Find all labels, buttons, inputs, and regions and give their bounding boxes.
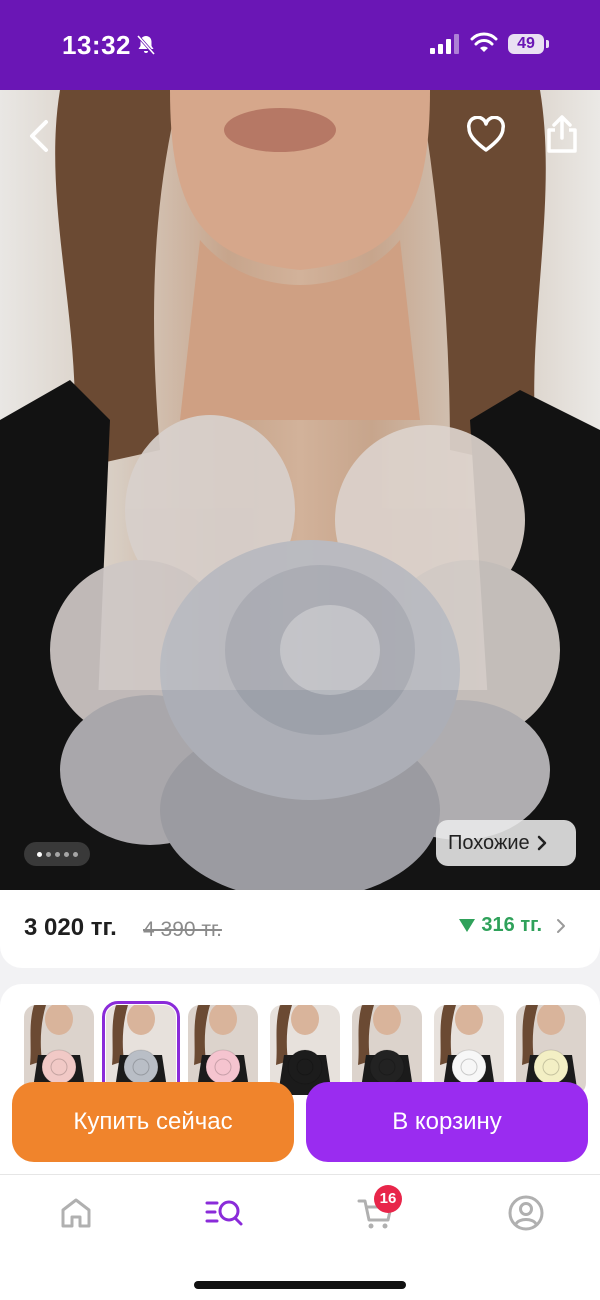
battery-level: 49 — [508, 34, 544, 54]
similar-label: Похожие — [448, 831, 530, 854]
current-price: 3 020 тг. — [24, 914, 117, 941]
signal-icon — [430, 34, 459, 54]
image-page-indicator — [24, 842, 90, 866]
page-dot — [45, 851, 51, 857]
product-photo — [0, 90, 600, 890]
buy-now-button[interactable]: Купить сейчас — [12, 1082, 294, 1162]
page-dot — [72, 851, 78, 857]
page-dot — [54, 851, 60, 857]
discount-amount: 316 тг. — [481, 914, 542, 936]
share-icon[interactable] — [544, 114, 580, 154]
favorite-heart-icon[interactable] — [466, 116, 506, 154]
page-dot-active — [36, 851, 42, 857]
similar-products-button[interactable]: Похожие — [436, 820, 576, 866]
status-bar: 13:32 49 — [0, 0, 600, 90]
bell-muted-icon — [136, 35, 156, 55]
status-time: 13:32 — [62, 30, 131, 60]
add-to-cart-button[interactable]: В корзину — [306, 1082, 588, 1162]
battery-icon: 49 — [508, 34, 550, 54]
product-image-carousel[interactable]: Похожие — [0, 90, 600, 890]
price-section: 3 020 тг. 4 390 тг. 316 тг. — [0, 890, 600, 968]
back-icon[interactable] — [22, 118, 58, 154]
discount-link[interactable]: 316 тг. — [459, 914, 566, 937]
chevron-right-icon — [537, 835, 546, 851]
home-indicator — [194, 1281, 406, 1289]
wifi-icon — [470, 32, 498, 52]
page-dot — [63, 851, 69, 857]
down-arrow-icon — [459, 919, 476, 932]
cart-count-badge: 16 — [374, 1185, 402, 1213]
home-icon[interactable] — [56, 1193, 96, 1233]
profile-icon[interactable] — [506, 1193, 546, 1233]
old-price: 4 390 тг. — [143, 918, 222, 941]
bottom-navigation: 16 — [0, 1174, 600, 1300]
chevron-right-icon — [557, 918, 565, 933]
catalog-search-icon[interactable] — [204, 1193, 244, 1233]
